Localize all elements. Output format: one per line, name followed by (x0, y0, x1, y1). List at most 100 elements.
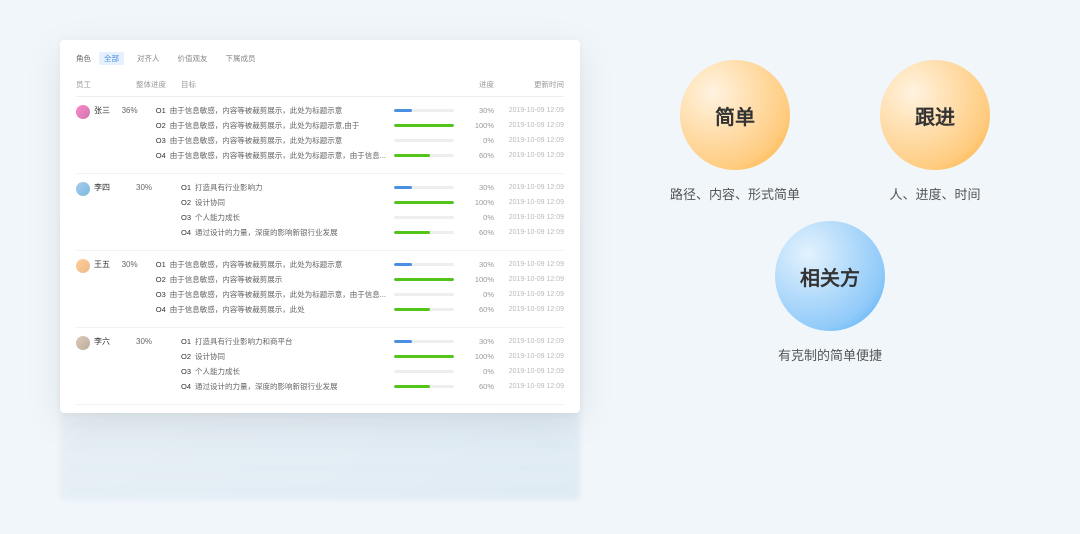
objective-item[interactable]: O2由于信息敏感，内容等被裁剪展示100%2019-10-09 12:09 (156, 274, 564, 285)
objective-date: 2019-10-09 12:09 (494, 152, 564, 159)
objective-pct: 100% (464, 275, 494, 284)
progress-bar (394, 370, 454, 373)
objective-text: O4由于信息敏感，内容等被裁剪展示，此处为标题示意，由于信息... (156, 150, 394, 161)
avatar (76, 259, 90, 273)
objective-item[interactable]: O1由于信息敏感，内容等被裁剪展示，此处为标题示意 30%2019-10-09 1… (156, 259, 564, 270)
circle-stakeholder-bubble: 相关方 (775, 221, 885, 331)
objective-item[interactable]: O4由于信息敏感，内容等被裁剪展示，此处60%2019-10-09 12:09 (156, 304, 564, 315)
overall-progress: 30% (136, 336, 181, 396)
avatar (76, 182, 90, 196)
progress-bar (394, 216, 454, 219)
filter-align[interactable]: 对齐人 (132, 52, 165, 65)
progress-bar (394, 231, 454, 234)
filter-all[interactable]: 全部 (99, 52, 124, 65)
overall-progress: 36% (122, 105, 156, 165)
concept-circles: 简单 路径、内容、形式简单 跟进 人、进度、时间 相关方 有克制的简单便捷 (620, 60, 1040, 364)
objective-text: O4通过设计的力量，深度的影响新银行业发展 (181, 227, 394, 238)
circle-stakeholder-caption: 有克制的简单便捷 (778, 345, 882, 364)
objective-item[interactable]: O2由于信息敏感，内容等被裁剪展示，此处为标题示意,由于 100%2019-10-… (156, 120, 564, 131)
circle-stakeholder: 相关方 有克制的简单便捷 (775, 221, 885, 364)
objective-item[interactable]: O4通过设计的力量，深度的影响新银行业发展60%2019-10-09 12:09 (181, 227, 564, 238)
objective-item[interactable]: O3由于信息敏感，内容等被裁剪展示，此处为标题示意0%2019-10-09 12… (156, 135, 564, 146)
filter-label: 角色 (76, 53, 91, 64)
circle-simple: 简单 路径、内容、形式简单 (670, 60, 800, 203)
th-progress: 整体进度 (136, 79, 181, 90)
th-employee: 员工 (76, 79, 136, 90)
objective-text: O1由于信息敏感，内容等被裁剪展示，此处为标题示意 (156, 105, 394, 116)
progress-bar (394, 201, 454, 204)
objective-text: O1由于信息敏感，内容等被裁剪展示，此处为标题示意 (156, 259, 394, 270)
objective-date: 2019-10-09 12:09 (494, 306, 564, 313)
employee-name: 李四 (94, 182, 110, 193)
objective-item[interactable]: O1打造具有行业影响力和商平台 30%2019-10-09 12:09 (181, 336, 564, 347)
objective-item[interactable]: O3由于信息敏感，内容等被裁剪展示，此处为标题示意，由于信息... 0%2019-… (156, 289, 564, 300)
objective-item[interactable]: O2设计协同 100%2019-10-09 12:09 (181, 351, 564, 362)
objective-pct: 0% (464, 290, 494, 299)
objective-pct: 100% (464, 198, 494, 207)
circle-follow-caption: 人、进度、时间 (889, 184, 980, 203)
objective-text: O3由于信息敏感，内容等被裁剪展示，此处为标题示意，由于信息... (156, 289, 394, 300)
objective-date: 2019-10-09 12:09 (494, 229, 564, 236)
progress-bar (394, 278, 454, 281)
objective-item[interactable]: O2设计协同100%2019-10-09 12:09 (181, 197, 564, 208)
objective-pct: 0% (464, 367, 494, 376)
objective-item[interactable]: O1由于信息敏感，内容等被裁剪展示，此处为标题示意30%2019-10-09 1… (156, 105, 564, 116)
objective-date: 2019-10-09 12:09 (494, 137, 564, 144)
objective-pct: 60% (464, 151, 494, 160)
objective-date: 2019-10-09 12:09 (494, 353, 564, 360)
objective-text: O4由于信息敏感，内容等被裁剪展示，此处 (156, 304, 394, 315)
circle-simple-bubble: 简单 (680, 60, 790, 170)
progress-bar (394, 340, 454, 343)
progress-bar (394, 139, 454, 142)
objective-item[interactable]: O4通过设计的力量，深度的影响新银行业发展60%2019-10-09 12:09 (181, 381, 564, 392)
objective-pct: 30% (464, 183, 494, 192)
table-row[interactable]: 李六30%O1打造具有行业影响力和商平台30%2019-10-09 12:09O… (76, 328, 564, 405)
th-date: 更新时间 (494, 79, 564, 90)
table-row[interactable]: 张三 36%O1由于信息敏感，内容等被裁剪展示，此处为标题示意30%2019-10… (76, 97, 564, 174)
table-row[interactable]: 李四 30%O1打造具有行业影响力30%2019-10-09 12:09 O2设计协… (76, 174, 564, 251)
objective-date: 2019-10-09 12:09 (494, 122, 564, 129)
objective-pct: 60% (464, 382, 494, 391)
filter-value[interactable]: 价值观友 (173, 52, 213, 65)
employee-name: 张三 (94, 105, 110, 116)
objective-pct: 30% (464, 260, 494, 269)
objective-date: 2019-10-09 12:09 (494, 338, 564, 345)
objective-item[interactable]: O3个人能力成长0%2019-10-09 12:09 (181, 212, 564, 223)
objective-text: O1打造具有行业影响力和商平台 (181, 336, 394, 347)
objective-pct: 100% (464, 352, 494, 361)
th-pct: 进度 (464, 79, 494, 90)
objective-pct: 100% (464, 121, 494, 130)
okr-table-card: 角色 全部 对齐人 价值观友 下属成员 员工 整体进度 目标 进度 更新时间 张… (60, 40, 580, 413)
objective-item[interactable]: O1打造具有行业影响力30%2019-10-09 12:09 (181, 182, 564, 193)
objective-date: 2019-10-09 12:09 (494, 368, 564, 375)
circle-simple-caption: 路径、内容、形式简单 (670, 184, 800, 203)
employee-name: 王五 (94, 259, 110, 270)
objective-date: 2019-10-09 12:09 (494, 184, 564, 191)
objective-date: 2019-10-09 12:09 (494, 291, 564, 298)
avatar (76, 105, 90, 119)
objective-date: 2019-10-09 12:09 (494, 107, 564, 114)
objective-item[interactable]: O4由于信息敏感，内容等被裁剪展示，此处为标题示意，由于信息... 60%2019… (156, 150, 564, 161)
objective-pct: 30% (464, 337, 494, 346)
objective-text: O2由于信息敏感，内容等被裁剪展示 (156, 274, 394, 285)
objective-text: O2设计协同 (181, 351, 394, 362)
overall-progress: 30% (136, 182, 181, 242)
progress-bar (394, 293, 454, 296)
avatar (76, 336, 90, 350)
table-row[interactable]: 王五 30%O1由于信息敏感，内容等被裁剪展示，此处为标题示意 30%2019-10… (76, 251, 564, 328)
progress-bar (394, 355, 454, 358)
objective-text: O2由于信息敏感，内容等被裁剪展示，此处为标题示意,由于 (156, 120, 394, 131)
objective-item[interactable]: O3个人能力成长 0%2019-10-09 12:09 (181, 366, 564, 377)
progress-bar (394, 154, 454, 157)
filter-row: 角色 全部 对齐人 价值观友 下属成员 (76, 52, 564, 65)
objective-text: O2设计协同 (181, 197, 394, 208)
objective-text: O3个人能力成长 (181, 366, 394, 377)
objective-pct: 0% (464, 136, 494, 145)
objective-date: 2019-10-09 12:09 (494, 261, 564, 268)
progress-bar (394, 263, 454, 266)
progress-bar (394, 109, 454, 112)
circle-follow-bubble: 跟进 (880, 60, 990, 170)
filter-sub[interactable]: 下属成员 (221, 52, 261, 65)
objective-pct: 0% (464, 213, 494, 222)
objective-text: O4通过设计的力量，深度的影响新银行业发展 (181, 381, 394, 392)
